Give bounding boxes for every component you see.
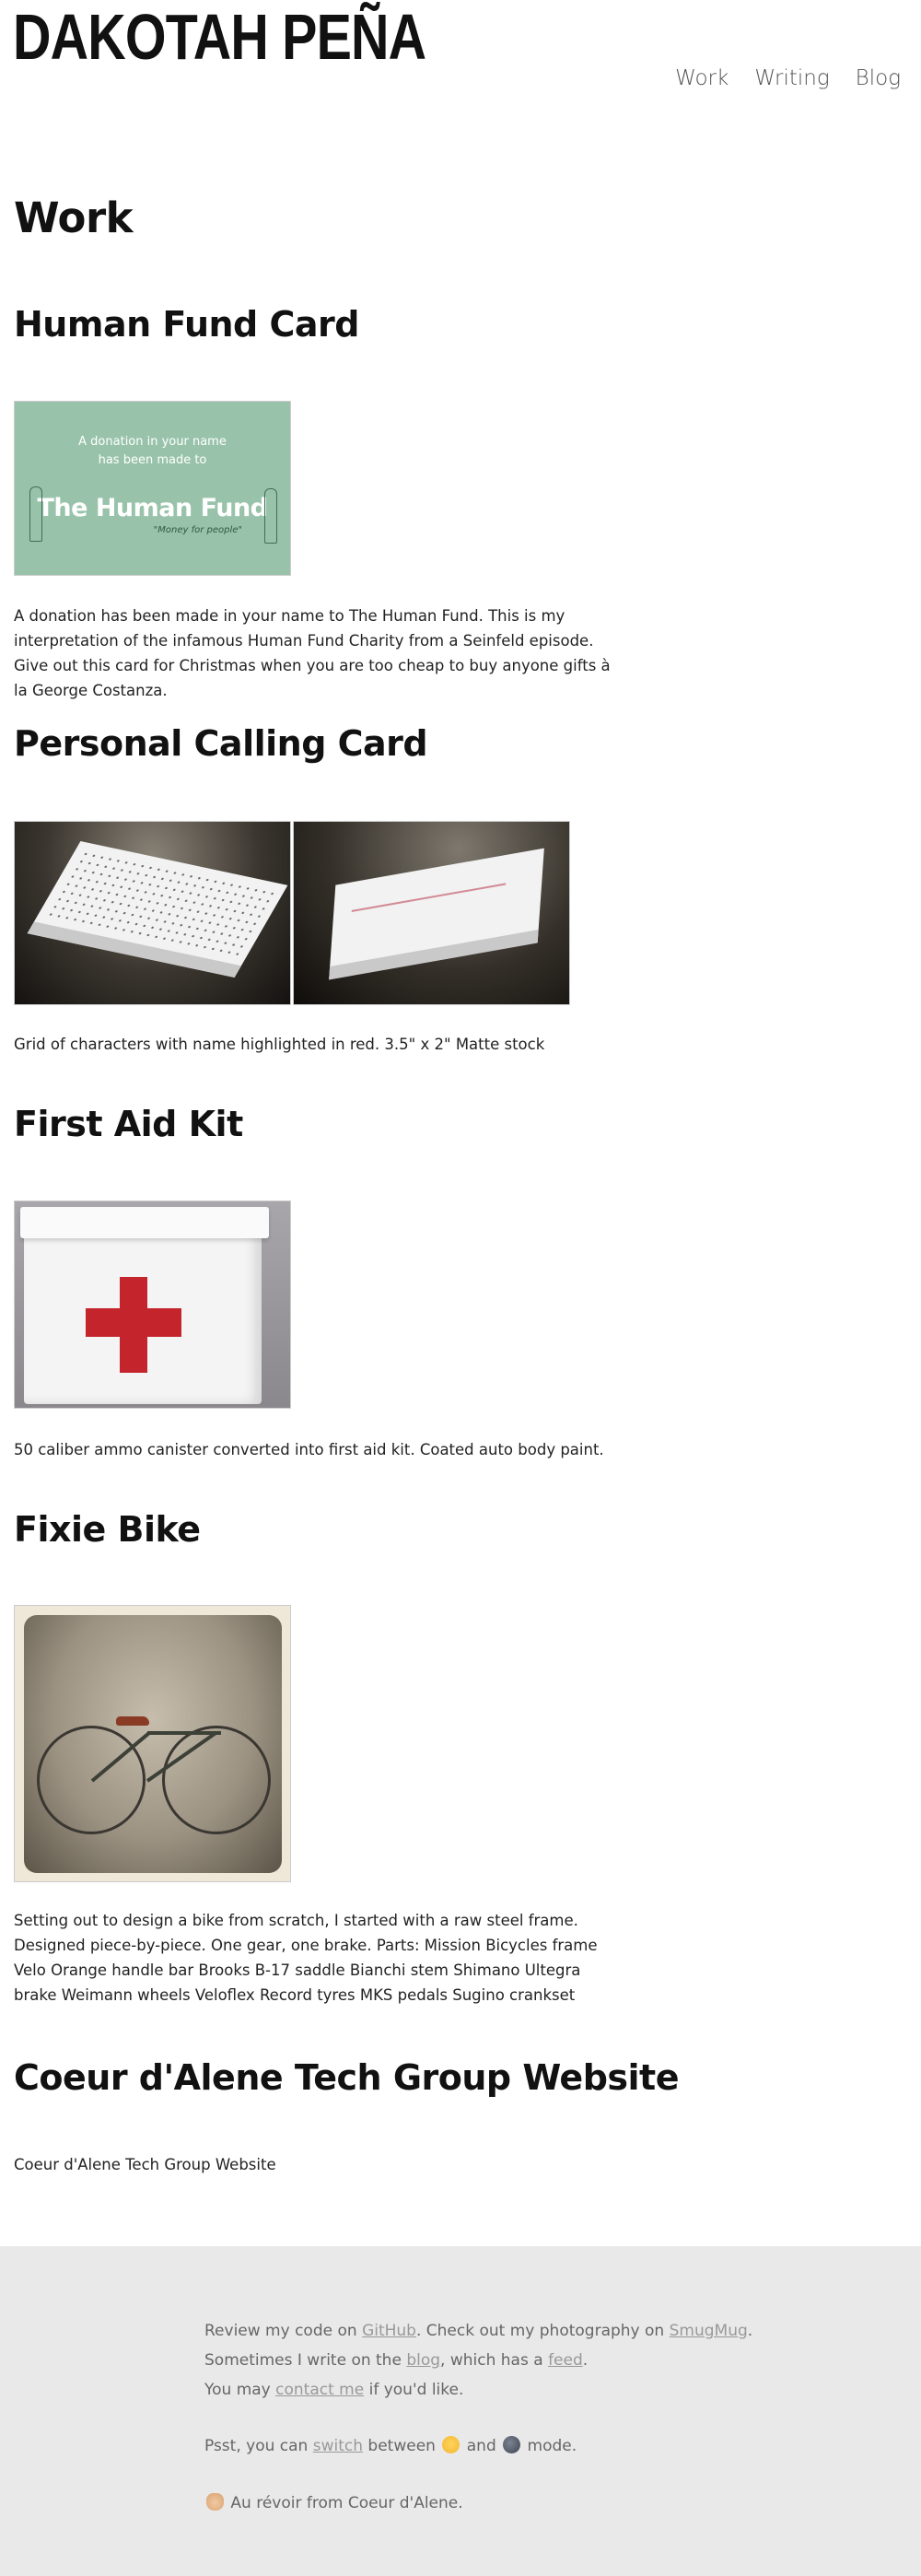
nav-work[interactable]: Work (675, 66, 729, 90)
sun-face-emoji-icon (442, 2436, 460, 2453)
footer-line-blog: Sometimes I write on the blog, which has… (204, 2351, 589, 2370)
footer-line-goodbye: Au révoir from Coeur d'Alene. (204, 2488, 849, 2518)
site-footer: Review my code on GitHub. Check out my p… (0, 2246, 921, 2576)
character-grid (44, 849, 277, 958)
fixie-bike-photo[interactable] (14, 1605, 291, 1882)
feed-link[interactable]: feed (548, 2351, 583, 2370)
calling-card-photo-2[interactable] (293, 821, 570, 1005)
site-logo[interactable]: DAKOTAH PEÑA (13, 2, 426, 72)
contact-link[interactable]: contact me (275, 2381, 364, 2399)
human-fund-card-image[interactable]: A donation in your name has been made to … (14, 401, 291, 576)
front-wheel (162, 1726, 271, 1834)
site-header: DAKOTAH PEÑA Work Writing Blog (0, 0, 921, 138)
footer-line-code: Review my code on GitHub. Check out my p… (204, 2322, 753, 2340)
project-desc-fixie-bike: Setting out to design a bike from scratc… (14, 1912, 598, 2004)
moon-face-emoji-icon (503, 2436, 521, 2453)
project-title-calling-card: Personal Calling Card (14, 723, 428, 764)
card-text-line1: A donation in your name has been made to (78, 435, 227, 467)
footer-line-mode: Psst, you can switch between and mode. (204, 2436, 577, 2455)
project-title-fixie-bike: Fixie Bike (14, 1509, 201, 1550)
project-desc-first-aid: 50 caliber ammo canister converted into … (14, 1441, 604, 1458)
project-title-cdatg: Coeur d'Alene Tech Group Website (14, 2057, 679, 2098)
mode-switch-link[interactable]: switch (313, 2437, 363, 2455)
project-desc-calling-card: Grid of characters with name highlighted… (14, 1036, 545, 1053)
waving-hand-emoji-icon (206, 2493, 224, 2511)
canister-lid (20, 1207, 269, 1238)
calling-card-photo-1[interactable] (14, 821, 291, 1005)
page-title: Work (14, 193, 134, 242)
card-stack (329, 848, 544, 980)
project-title-human-fund: Human Fund Card (14, 304, 359, 345)
card-text-name: The Human Fund (37, 494, 268, 522)
highlighted-name-line (351, 883, 507, 912)
project-title-first-aid: First Aid Kit (14, 1104, 243, 1144)
nav-writing[interactable]: Writing (754, 66, 829, 90)
card-text-tagline: "Money for people" (153, 525, 242, 535)
main-nav: Work Writing Blog (675, 66, 901, 90)
right-figure-illustration (264, 488, 277, 544)
project-desc-cdatg: Coeur d'Alene Tech Group Website (14, 2156, 276, 2173)
bike-photo-frame (24, 1615, 282, 1873)
footer-line-contact: You may contact me if you'd like. (204, 2381, 464, 2399)
red-cross-horizontal (86, 1308, 181, 1337)
project-desc-human-fund: A donation has been made in your name to… (14, 607, 611, 699)
card-stack (27, 841, 288, 978)
bike-saddle (116, 1716, 149, 1726)
left-figure-illustration (29, 486, 42, 542)
nav-blog[interactable]: Blog (856, 66, 901, 90)
smugmug-link[interactable]: SmugMug (670, 2322, 748, 2340)
first-aid-kit-photo[interactable] (14, 1200, 291, 1409)
blog-link[interactable]: blog (406, 2351, 440, 2370)
github-link[interactable]: GitHub (362, 2322, 416, 2340)
